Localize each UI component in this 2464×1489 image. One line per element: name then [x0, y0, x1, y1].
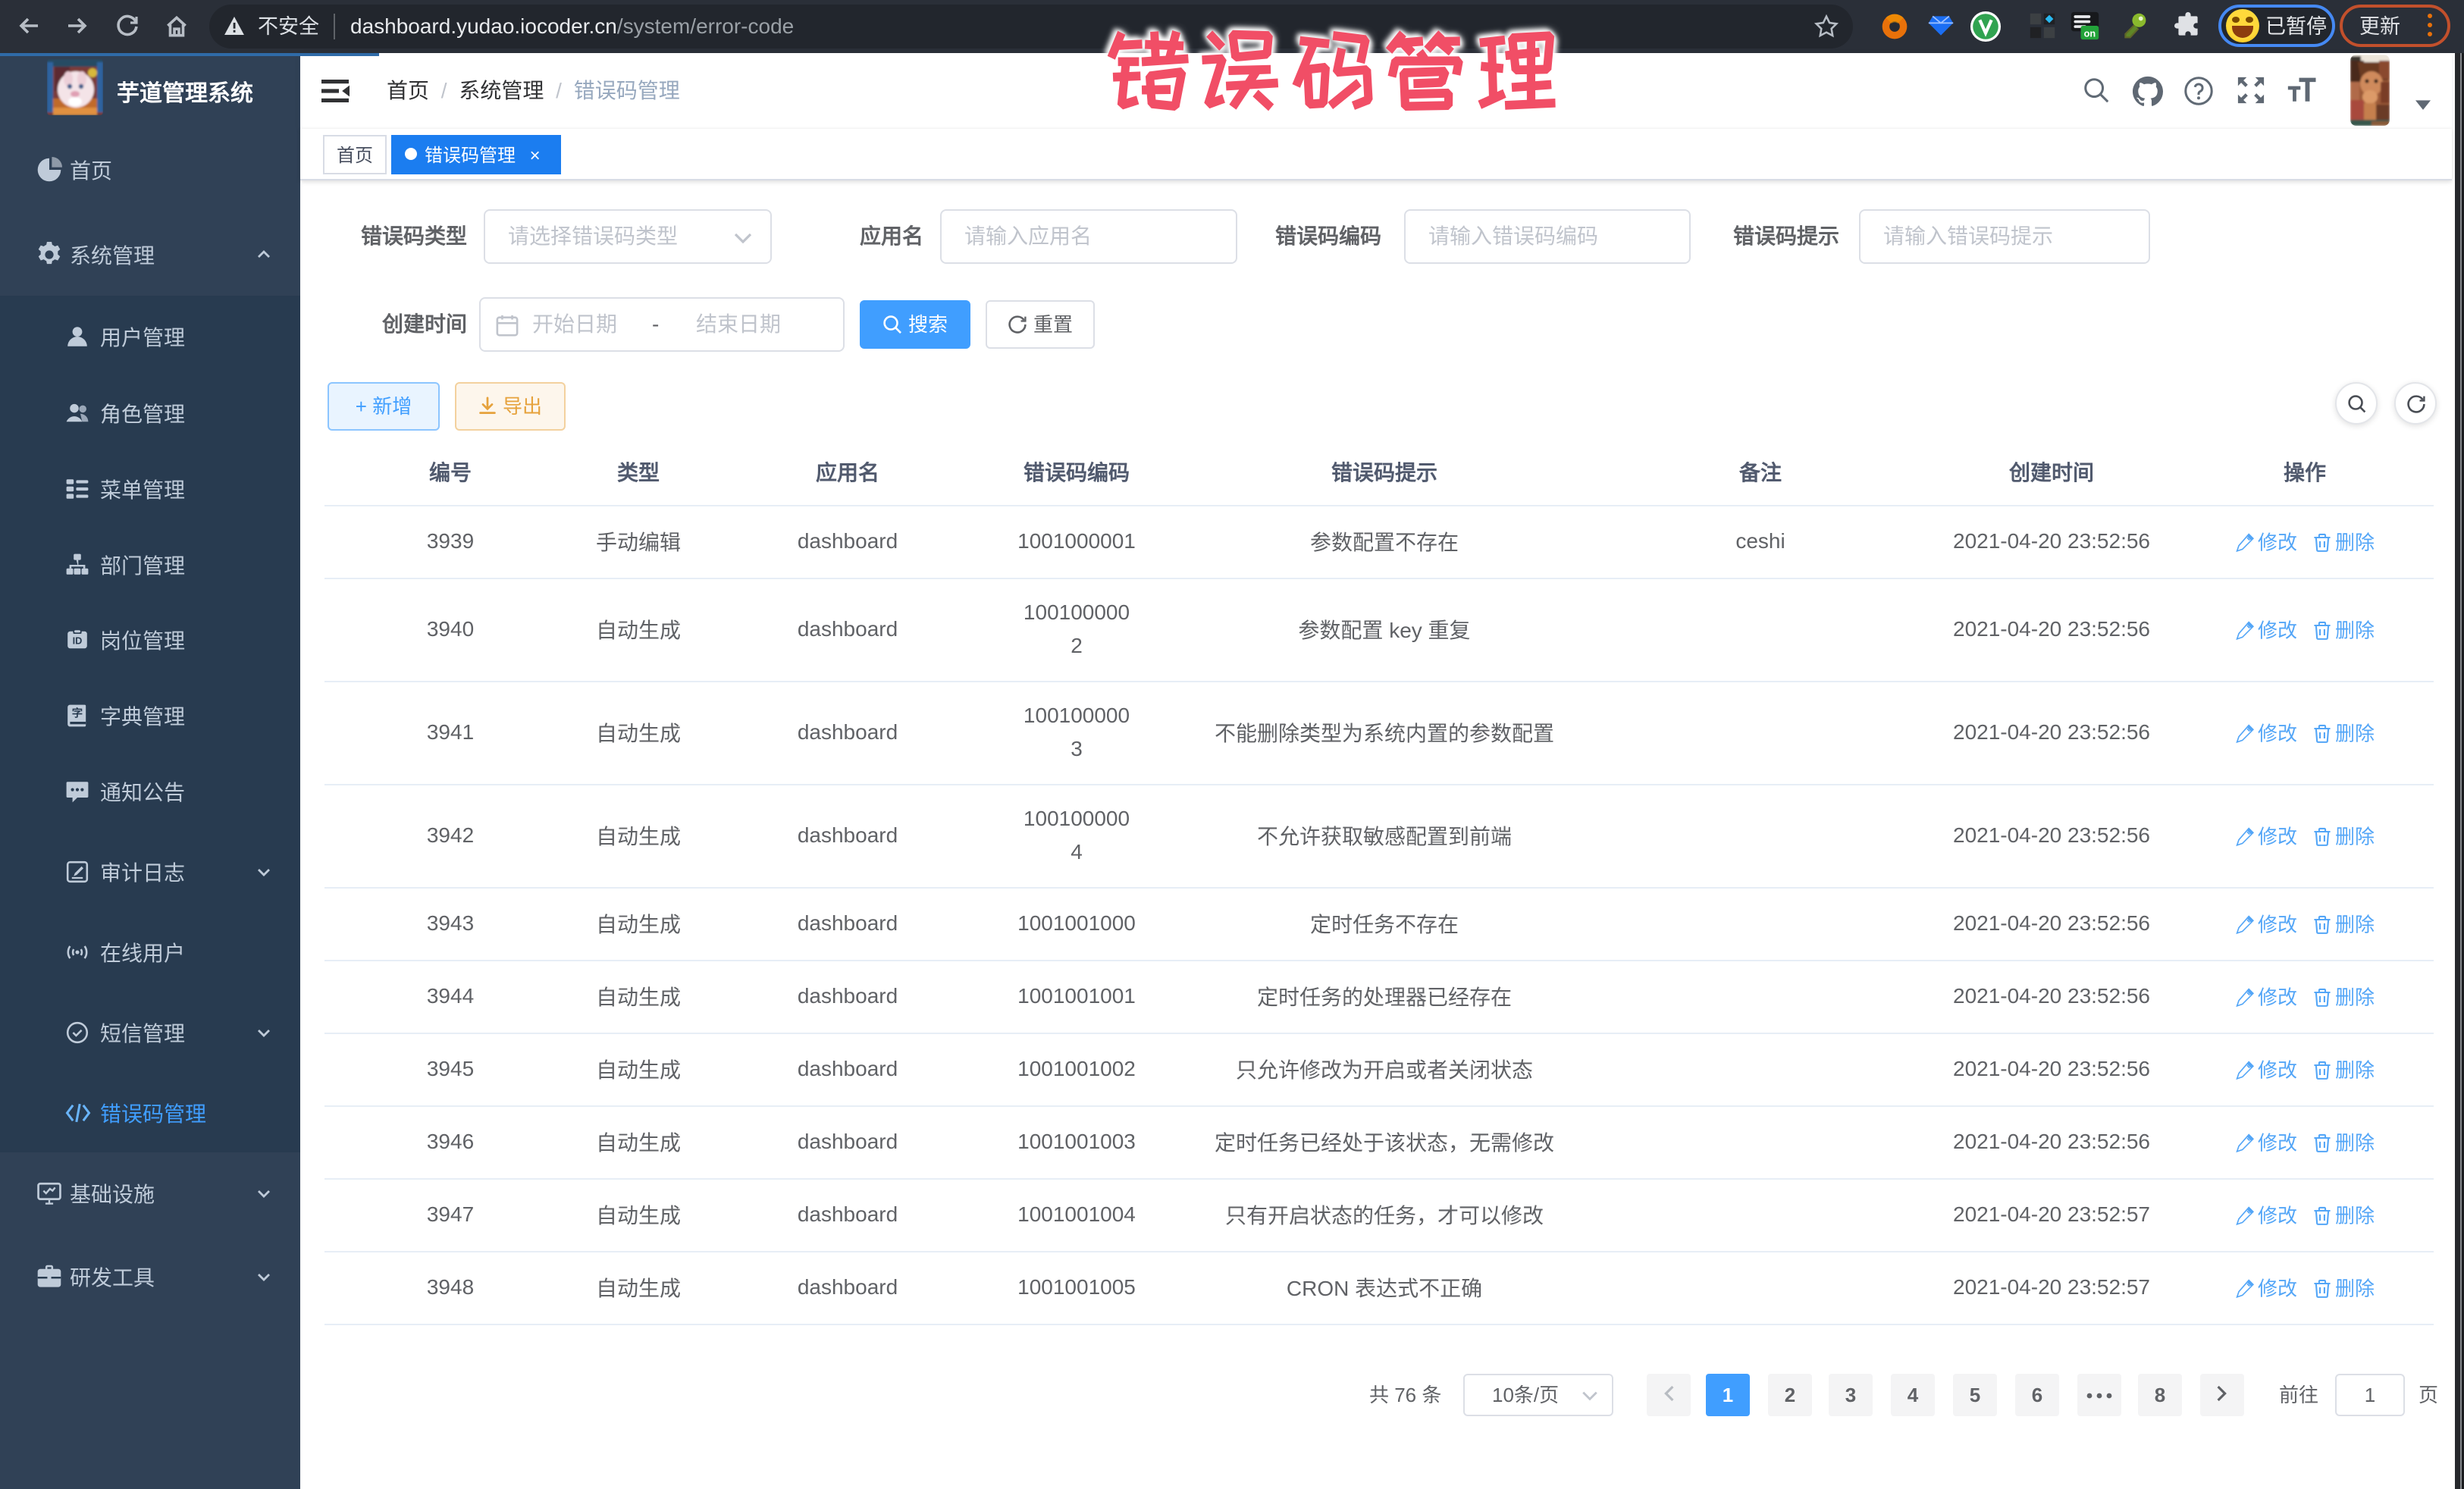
svg-text:字: 字 — [72, 707, 83, 720]
svg-text:on: on — [2084, 28, 2096, 39]
svg-text:ID: ID — [73, 635, 83, 647]
